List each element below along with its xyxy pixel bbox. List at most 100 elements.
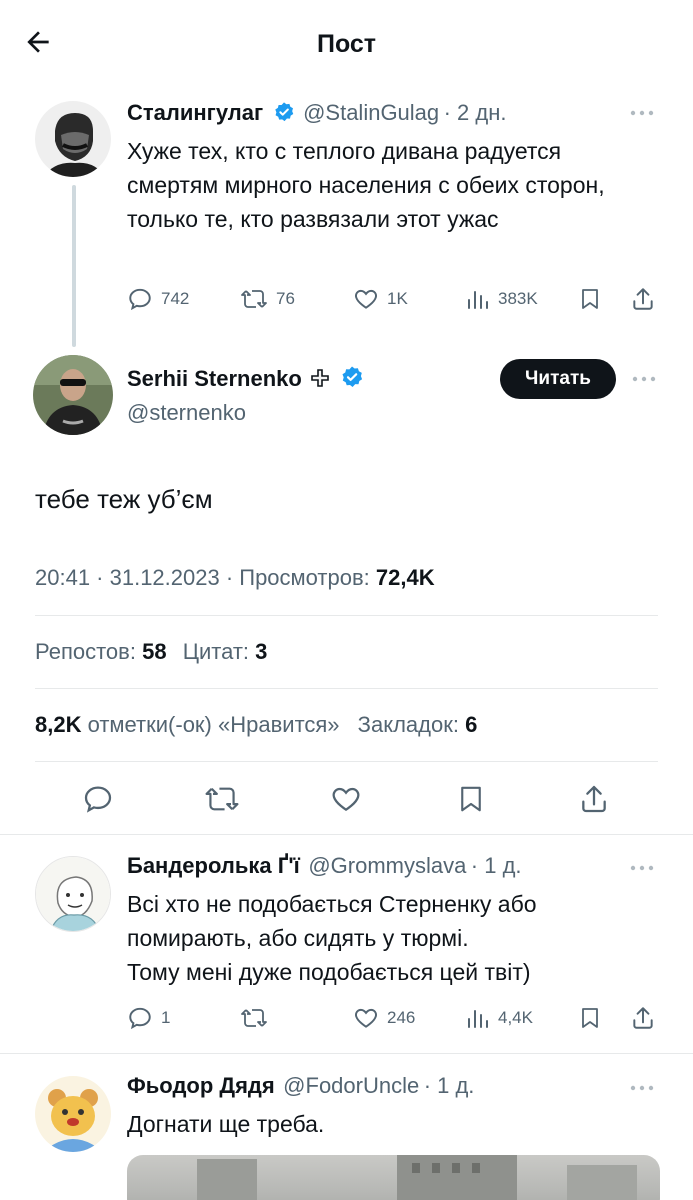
repost-quote-stats: Репостов: 58 Цитат: 3 [35, 639, 267, 665]
heart-icon [332, 787, 360, 811]
author-handle[interactable]: @FodorUncle [283, 1073, 419, 1098]
author-name[interactable]: Фьодор Дядя [127, 1073, 275, 1098]
quotes-label: Цитат: [182, 639, 256, 664]
post-meta: 20:41 · 31.12.2023 · Просмотров: 72,4K [35, 565, 435, 591]
views-button[interactable]: 383K [466, 286, 538, 312]
more-options-icon[interactable] [630, 367, 658, 391]
reply-icon [129, 288, 151, 311]
more-options-icon[interactable] [628, 101, 656, 125]
views-icon [468, 291, 488, 309]
more-options-icon[interactable] [628, 856, 656, 880]
post-time: · 2 дн. [443, 100, 507, 125]
author-name[interactable]: Сталингулаг [127, 100, 263, 125]
divider [35, 615, 658, 616]
bookmarks-value: 6 [465, 712, 478, 737]
likes-stat[interactable]: 8,2K отметки(-ок) «Нравится» [35, 712, 340, 737]
repost-count: 76 [276, 289, 295, 308]
post-time: · 1 д. [423, 1073, 475, 1098]
cross-icon [310, 368, 330, 388]
post-text: тебе теж уб’єм [35, 484, 213, 514]
post-text-line: Всі хто не подобається Стерненку або [127, 891, 537, 917]
reply-icon [84, 786, 112, 813]
reply-header: Фьодор Дядя @FodorUncle · 1 д. [127, 1073, 474, 1099]
bookmarks-stat[interactable]: Закладок: 6 [358, 712, 478, 737]
reply-count: 742 [161, 289, 190, 308]
author-name-row: Serhii Sternenko [127, 365, 364, 392]
post-text: Всі хто не подобається Стерненку або пом… [127, 887, 667, 989]
author-name[interactable]: Serhii Sternenko [127, 366, 302, 391]
like-count: 246 [387, 1008, 416, 1027]
heart-icon [355, 1008, 377, 1028]
reposts-value: 58 [142, 639, 167, 664]
reposts-label: Репостов: [35, 639, 143, 664]
avatar[interactable] [35, 1076, 111, 1152]
share-button[interactable] [630, 1005, 656, 1031]
post-timestamp: 20:41 · 31.12.2023 · Просмотров: [35, 565, 376, 590]
bookmark-button[interactable] [578, 1005, 602, 1031]
page-title: Пост [316, 30, 377, 58]
bookmark-icon [582, 289, 598, 309]
like-count: 1K [387, 289, 408, 308]
author-handle[interactable]: @StalinGulag [303, 100, 439, 125]
views-button[interactable]: 4,4K [466, 1005, 533, 1031]
share-button[interactable] [578, 783, 610, 815]
author-handle[interactable]: @sternenko [127, 400, 246, 426]
bookmark-button[interactable] [456, 783, 486, 815]
share-button[interactable] [630, 286, 656, 312]
share-icon [582, 785, 606, 813]
divider [35, 761, 658, 762]
likes-label: отметки(-ок) «Нравится» [81, 712, 340, 737]
reply-button[interactable]: 1 [127, 1005, 170, 1031]
post-text-line: Тому мені дуже подобається цей твіт) [127, 959, 531, 985]
repost-button[interactable]: 76 [240, 286, 295, 312]
repost-button[interactable] [204, 783, 240, 815]
bookmarks-label: Закладок: [357, 712, 466, 737]
repost-icon [205, 787, 239, 811]
like-button[interactable]: 246 [353, 1005, 415, 1031]
bookmark-icon [582, 1008, 598, 1028]
follow-button[interactable]: Читать [500, 359, 616, 399]
likes-value: 8,2K [35, 712, 82, 737]
views-count: 383K [498, 289, 538, 308]
avatar[interactable] [33, 355, 113, 435]
reply-button[interactable]: 742 [127, 286, 189, 312]
quotes-value: 3 [255, 639, 268, 664]
like-bookmark-stats: 8,2K отметки(-ок) «Нравится» Закладок: 6 [35, 712, 477, 738]
post-text-line: помирають, або сидять у тюрмі. [127, 925, 469, 951]
avatar[interactable] [35, 856, 111, 932]
thread-line [72, 185, 76, 347]
divider [0, 834, 693, 835]
views-count: 4,4K [498, 1008, 533, 1027]
author-name[interactable]: Бандеролька Ґ'ї [127, 853, 300, 878]
share-icon [633, 1007, 653, 1029]
bookmark-icon [461, 786, 481, 812]
share-icon [633, 288, 653, 310]
repost-icon [241, 1009, 267, 1027]
like-button[interactable]: 1K [353, 286, 408, 312]
author-handle[interactable]: @Grommyslava [308, 853, 466, 878]
views-icon [468, 1010, 488, 1028]
verified-icon [273, 101, 295, 123]
quotes-stat[interactable]: Цитат: 3 [183, 639, 268, 664]
divider [35, 688, 658, 689]
repost-icon [241, 290, 267, 308]
media-image[interactable] [127, 1155, 660, 1200]
reply-count: 1 [161, 1008, 171, 1027]
repost-button[interactable] [240, 1005, 268, 1031]
more-options-icon[interactable] [628, 1076, 656, 1100]
post-text: Хуже тех, кто с теплого дивана радуется … [127, 138, 605, 232]
avatar[interactable] [35, 101, 111, 177]
reply-icon [129, 1007, 151, 1030]
post-text: Догнати ще треба. [127, 1111, 325, 1137]
reposts-stat[interactable]: Репостов: 58 [35, 639, 167, 664]
parent-header: Сталингулаг @StalinGulag · 2 дн. [127, 100, 507, 126]
bookmark-button[interactable] [578, 286, 602, 312]
divider [0, 1053, 693, 1054]
like-button[interactable] [330, 783, 362, 815]
views-total: 72,4K [375, 565, 435, 590]
reply-header: Бандеролька Ґ'ї @Grommyslava · 1 д. [127, 853, 522, 879]
reply-button[interactable] [82, 783, 114, 815]
heart-icon [355, 289, 377, 309]
verified-icon [340, 365, 364, 389]
post-time: · 1 д. [470, 853, 522, 878]
